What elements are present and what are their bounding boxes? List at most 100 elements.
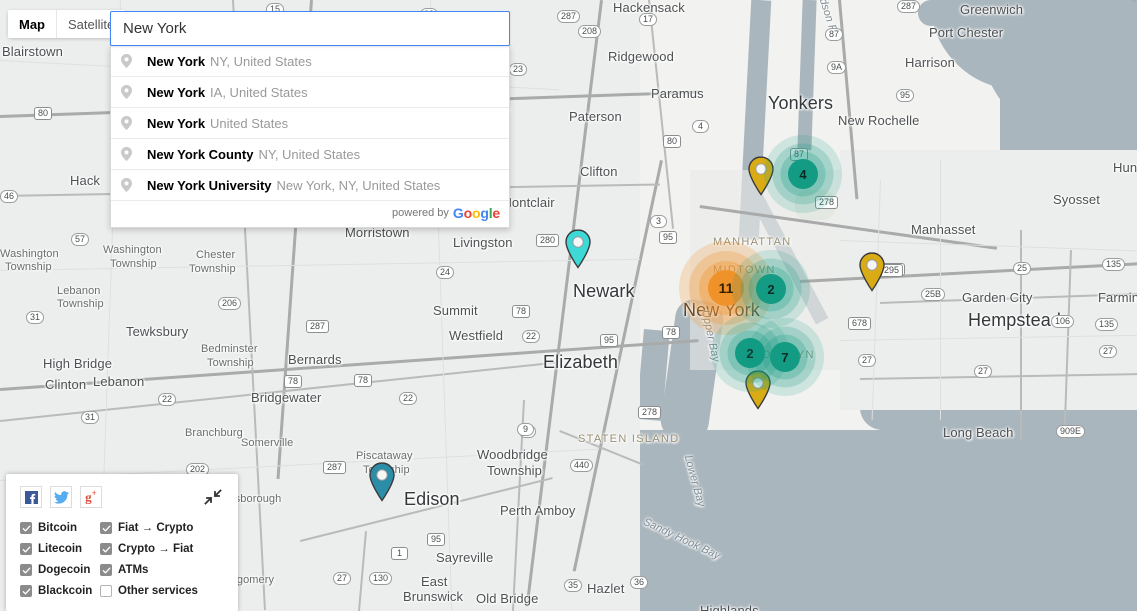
- cluster-count: 11: [718, 280, 734, 296]
- highway-shield: 35: [564, 579, 583, 592]
- filter-label: Blackcoin: [38, 585, 93, 597]
- pin-queens[interactable]: [857, 252, 887, 297]
- highway-shield: 287: [306, 320, 330, 333]
- search-input[interactable]: [110, 11, 510, 46]
- highway-shield: 4: [692, 120, 709, 133]
- pin-newark[interactable]: [563, 229, 593, 274]
- highway-shield: 31: [81, 411, 100, 424]
- highway-shield: 678: [848, 317, 872, 330]
- autocomplete-item-sub: NY, United States: [210, 53, 312, 69]
- filter-checkbox-dogecoin[interactable]: Dogecoin: [20, 564, 100, 576]
- highway-shield: 95: [896, 89, 915, 102]
- water-hudson-upper: [797, 0, 817, 151]
- filter-checkbox-litecoin[interactable]: Litecoin: [20, 543, 100, 555]
- highway-shield: 95: [600, 334, 619, 347]
- pin-staten-island[interactable]: [743, 370, 773, 415]
- highway-shield: 22: [399, 392, 418, 405]
- google-plus-share-icon[interactable]: g+: [80, 486, 102, 508]
- filter-checkbox-blackcoin[interactable]: Blackcoin: [20, 585, 100, 597]
- highway-shield: 23: [509, 63, 528, 76]
- highway-shield: 130: [369, 572, 393, 585]
- filter-checkbox-other-services[interactable]: Other services: [100, 585, 224, 597]
- checkbox-icon[interactable]: [20, 564, 32, 576]
- highway-shield: 208: [578, 25, 602, 38]
- autocomplete-dropdown[interactable]: New York NY, United States New York IA, Uni…: [110, 46, 510, 228]
- highway-shield: 31: [26, 311, 45, 324]
- filter-checkbox-atms[interactable]: ATMs: [100, 564, 224, 576]
- filter-label: Bitcoin: [38, 522, 77, 534]
- checkbox-icon[interactable]: [20, 543, 32, 555]
- highway-shield: 87: [825, 28, 844, 41]
- facebook-share-icon[interactable]: [20, 486, 42, 508]
- filter-checkbox-bitcoin[interactable]: Bitcoin: [20, 522, 100, 534]
- filter-checkbox-fiat-crypto[interactable]: Fiat → Crypto: [100, 522, 224, 534]
- autocomplete-item[interactable]: New York NY, United States: [111, 46, 509, 77]
- highway-shield: 80: [34, 107, 53, 120]
- location-pin-icon: [121, 85, 137, 99]
- checkbox-icon[interactable]: [100, 585, 112, 597]
- highway-shield: 135: [1095, 318, 1119, 331]
- cluster-bronx[interactable]: 4: [764, 135, 842, 213]
- autocomplete-item[interactable]: New York County NY, United States: [111, 139, 509, 170]
- filter-label: ATMs: [118, 564, 149, 576]
- highway-shield: 27: [333, 572, 352, 585]
- highway-shield: 135: [1102, 258, 1126, 271]
- map-type-map-button[interactable]: Map: [8, 10, 56, 38]
- cluster-brooklyn-west[interactable]: 2: [711, 314, 789, 392]
- highway-shield: 78: [512, 305, 531, 318]
- collapse-panel-icon[interactable]: [204, 488, 224, 508]
- filter-label: Crypto → Fiat: [118, 543, 194, 555]
- map-type-control[interactable]: Map Satellite: [8, 10, 126, 38]
- autocomplete-item-sub: IA, United States: [210, 84, 308, 100]
- checkbox-icon[interactable]: [100, 522, 112, 534]
- highway-shield: 287: [557, 10, 581, 23]
- highway-shield: 80: [663, 135, 682, 148]
- highway-shield: 24: [436, 266, 455, 279]
- autocomplete-item[interactable]: New York IA, United States: [111, 77, 509, 108]
- highway-shield: 287: [323, 461, 347, 474]
- map-label: Harrison: [905, 55, 955, 70]
- pin-manhattan-north[interactable]: [746, 156, 776, 201]
- autocomplete-item[interactable]: New York University New York, NY, United …: [111, 170, 509, 201]
- filter-label: Dogecoin: [38, 564, 91, 576]
- highway-shield: 440: [570, 459, 594, 472]
- filter-checkbox-grid[interactable]: Bitcoin Fiat → Crypto Litecoin Crypto → Fia…: [20, 522, 224, 597]
- location-pin-icon: [121, 116, 137, 130]
- checkbox-icon[interactable]: [20, 522, 32, 534]
- highway-shield: 95: [659, 231, 678, 244]
- location-pin-icon: [121, 54, 137, 68]
- checkbox-icon[interactable]: [20, 585, 32, 597]
- highway-shield: 25: [1013, 262, 1032, 275]
- location-search-widget[interactable]: New YorkNY, United StatesNew YorkIA, Uni…: [110, 11, 510, 228]
- autocomplete-item-main: New York County: [147, 146, 254, 162]
- highway-shield: 95: [427, 533, 446, 546]
- highway-shield: 206: [218, 297, 242, 310]
- highway-shield: 1: [391, 547, 408, 560]
- filter-label: Fiat → Crypto: [118, 522, 194, 534]
- highway-shield: 78: [662, 326, 681, 339]
- autocomplete-item-main: New York: [147, 84, 206, 100]
- highway-shield: 278: [638, 406, 662, 419]
- cluster-queens-west[interactable]: 2: [732, 250, 810, 328]
- legend-header: g+: [20, 486, 224, 508]
- checkbox-icon[interactable]: [100, 564, 112, 576]
- highway-shield: 280: [536, 234, 560, 247]
- attribution-text: powered by: [392, 206, 449, 219]
- filter-legend-panel[interactable]: g+ Bitcoin Fiat → Crypto Litecoin Crypto → …: [6, 474, 238, 611]
- filter-checkbox-crypto-fiat[interactable]: Crypto → Fiat: [100, 543, 224, 555]
- cluster-brooklyn-east[interactable]: 7: [746, 318, 824, 396]
- google-attribution: powered by Google: [111, 201, 509, 227]
- pin-edison[interactable]: [367, 462, 397, 507]
- checkbox-icon[interactable]: [100, 543, 112, 555]
- autocomplete-item[interactable]: New York United States: [111, 108, 509, 139]
- highway-shield: 278: [815, 196, 839, 209]
- filter-label: Litecoin: [38, 543, 83, 555]
- highway-shield: 46: [0, 190, 19, 203]
- autocomplete-item-sub: United States: [210, 115, 289, 131]
- twitter-share-icon[interactable]: [50, 486, 72, 508]
- cluster-count: 4: [799, 166, 807, 182]
- autocomplete-item-main: New York University: [147, 177, 272, 193]
- cluster-count: 2: [746, 345, 754, 361]
- cluster-midtown[interactable]: 11: [679, 241, 773, 335]
- highway-shield: 9: [517, 423, 534, 436]
